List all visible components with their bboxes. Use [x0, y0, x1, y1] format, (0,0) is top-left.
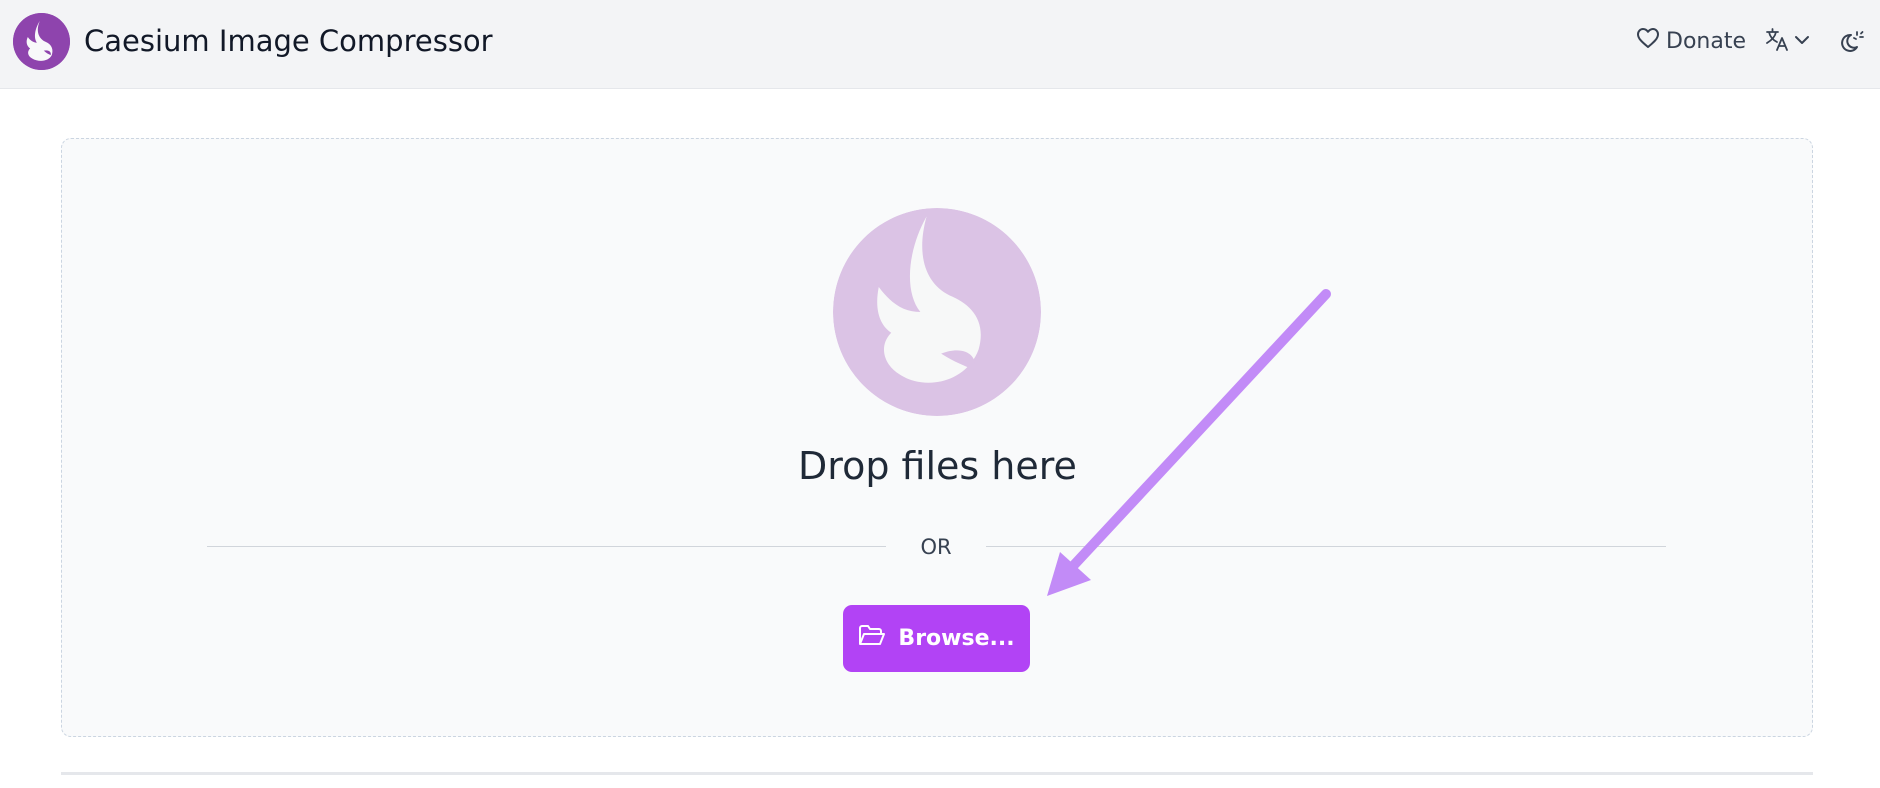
- divider-right: [986, 546, 1666, 547]
- or-separator: OR: [920, 535, 952, 559]
- app-title-strong: Caesium: [84, 24, 210, 58]
- app-title-rest: Image Compressor: [209, 24, 493, 58]
- browse-button[interactable]: Browse...: [843, 605, 1030, 672]
- folder-open-icon: [858, 624, 886, 654]
- app-title: Caesium Image Compressor: [84, 23, 493, 59]
- caesium-logo-icon[interactable]: [13, 13, 70, 70]
- language-selector[interactable]: [1764, 26, 1810, 56]
- drop-files-title: Drop files here: [798, 444, 1077, 488]
- divider-left: [207, 546, 886, 547]
- heart-icon: [1636, 27, 1660, 55]
- donate-link[interactable]: Donate: [1636, 26, 1746, 56]
- translate-icon: [1764, 26, 1790, 56]
- section-divider: [61, 772, 1813, 775]
- theme-toggle-icon[interactable]: [1836, 28, 1864, 56]
- caesium-large-logo-icon: [833, 208, 1041, 416]
- donate-label: Donate: [1666, 28, 1746, 54]
- chevron-down-icon: [1794, 32, 1810, 51]
- app-header: Caesium Image Compressor Donate: [0, 0, 1880, 89]
- browse-label: Browse...: [898, 626, 1015, 651]
